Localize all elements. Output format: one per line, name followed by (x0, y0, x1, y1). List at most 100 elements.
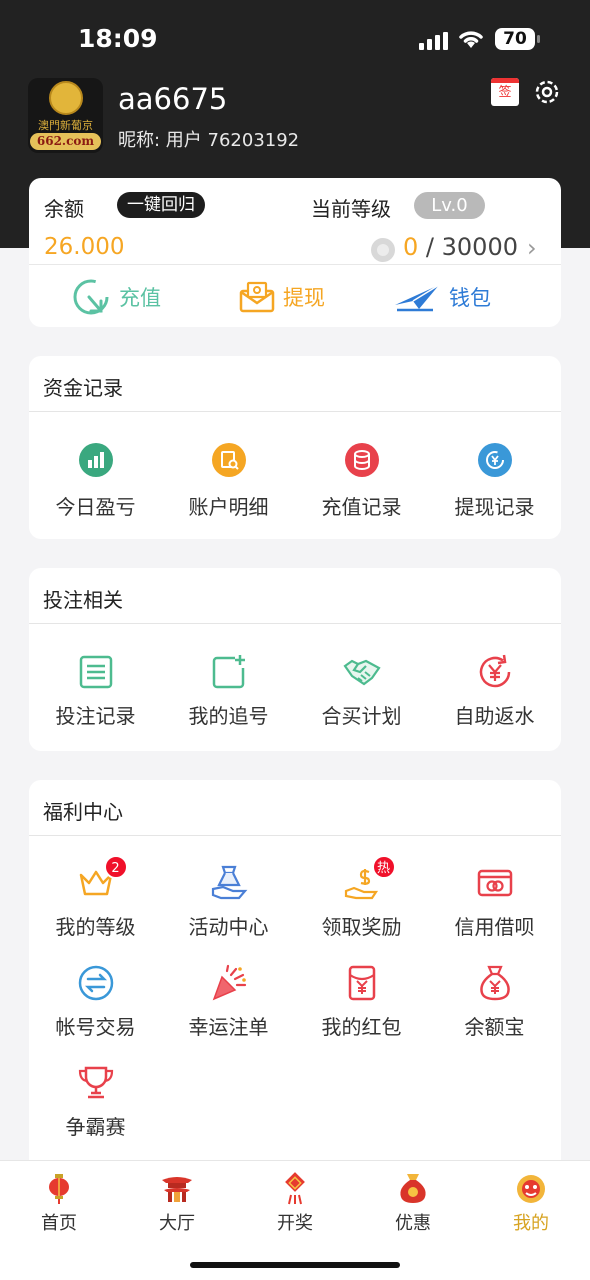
grid-item-label: 合买计划 (321, 704, 402, 728)
handshake-icon (342, 659, 381, 686)
list-icon (79, 655, 112, 689)
level-label: 当前等级 (311, 197, 391, 221)
settings-gear-icon[interactable] (532, 77, 562, 107)
card-icon (477, 869, 512, 897)
grid-item-recharge-records[interactable]: 充值记录 (295, 440, 428, 520)
tab-label: 优惠 (395, 1213, 431, 1234)
withdraw-icon (239, 281, 275, 313)
grid-item-today-pnl[interactable]: 今日盈亏 (29, 440, 162, 520)
receipt-search-icon (209, 443, 249, 483)
section-title: 福利中心 (43, 800, 123, 824)
lion-icon (517, 1175, 545, 1203)
grid-item-bet-records[interactable]: 投注记录 (29, 652, 162, 729)
grid-item-label: 信用借呗 (454, 915, 535, 939)
wallet-label: 钱包 (449, 286, 491, 310)
swap-icon (78, 965, 113, 1001)
grid-item-label: 幸运注单 (188, 1015, 269, 1039)
divider (29, 411, 561, 412)
grid-item-my-red-packets[interactable]: 我的红包 (295, 963, 428, 1040)
tab-label: 开奖 (277, 1213, 313, 1234)
app-logo: 澳門新葡京 662.com (28, 78, 103, 153)
wallet-button[interactable]: 钱包 (393, 276, 491, 318)
tab-lottery-results[interactable]: 开奖 (236, 1171, 354, 1235)
coin-icon (371, 238, 395, 262)
divider (29, 264, 561, 265)
welfare-center-section: 福利中心 2 我的等级 活动中心 热 领取奖励 信用借呗 帐号交易 幸运注单 我… (29, 780, 561, 1160)
grid-item-label: 我的追号 (188, 704, 269, 728)
grid-item-claim-rewards[interactable]: 热 领取奖励 (295, 855, 428, 940)
grid-item-label: 账户明细 (188, 495, 269, 519)
recall-button[interactable]: 一键回归 (117, 192, 205, 218)
yen-refresh-icon (479, 654, 510, 688)
withdraw-label: 提现 (283, 286, 325, 310)
add-square-icon (212, 655, 245, 689)
wifi-icon (459, 31, 483, 48)
logo-emblem (49, 81, 83, 115)
tab-lobby[interactable]: 大厅 (118, 1171, 236, 1235)
grid-item-account-details[interactable]: 账户明细 (162, 440, 295, 520)
grid-item-label: 领取奖励 (321, 915, 402, 939)
knot-icon (285, 1172, 305, 1205)
fortune-bag-icon (400, 1174, 426, 1203)
grid-item-label: 活动中心 (188, 915, 269, 939)
recharge-button[interactable]: 充值 (71, 276, 161, 318)
bet-related-section: 投注相关 投注记录 我的追号 合买计划 自助返水 (29, 568, 561, 751)
lantern-icon (49, 1174, 69, 1204)
grid-item-label: 投注记录 (55, 704, 136, 728)
tab-label: 首页 (41, 1213, 77, 1234)
grid-item-label: 今日盈亏 (55, 495, 136, 519)
status-time: 18:09 (78, 24, 158, 53)
tab-promotions[interactable]: 优惠 (354, 1171, 472, 1235)
funds-records-section: 资金记录 今日盈亏 账户明细 充值记录 提现记录 (29, 356, 561, 539)
grid-item-self-rebate[interactable]: 自助返水 (428, 652, 561, 729)
divider (29, 623, 561, 624)
hot-badge: 热 (371, 855, 396, 879)
grid-item-withdraw-records[interactable]: 提现记录 (428, 440, 561, 520)
tab-home[interactable]: 首页 (0, 1171, 118, 1235)
balance-card: 余额 一键回归 当前等级 Lv.0 26.000 0 / 30000 › 充值 … (29, 178, 561, 327)
home-indicator[interactable] (190, 1262, 400, 1268)
battery-indicator: 70 (495, 28, 540, 50)
withdraw-button[interactable]: 提现 (239, 276, 325, 318)
logo-text: 澳門新葡京 (38, 119, 93, 132)
balance-label: 余额 (44, 197, 84, 221)
grid-item-label: 我的等级 (55, 915, 136, 939)
grid-item-label: 争霸赛 (65, 1115, 126, 1139)
tab-label: 大厅 (159, 1213, 195, 1234)
grid-item-group-buy[interactable]: 合买计划 (295, 652, 428, 729)
gift-hand-icon (211, 865, 247, 900)
tab-label: 我的 (513, 1213, 549, 1234)
coins-stack-icon (342, 443, 382, 483)
signin-calendar-icon[interactable]: 签 (491, 78, 519, 106)
grid-item-label: 充值记录 (321, 495, 402, 519)
grid-item-championship[interactable]: 争霸赛 (29, 1063, 162, 1140)
grid-item-my-level[interactable]: 2 我的等级 (29, 855, 162, 940)
money-bag-icon (479, 965, 510, 1001)
nickname: 昵称: 用户 76203192 (118, 130, 300, 151)
tab-mine[interactable]: 我的 (472, 1171, 590, 1235)
chart-bars-icon (76, 443, 116, 483)
trophy-icon (78, 1066, 113, 1099)
grid-item-label: 自助返水 (454, 704, 535, 728)
grid-item-my-chase[interactable]: 我的追号 (162, 652, 295, 729)
recharge-label: 充值 (119, 286, 161, 310)
temple-icon (162, 1177, 192, 1202)
recharge-icon (73, 279, 109, 315)
chevron-right-icon[interactable]: › (527, 234, 537, 262)
progress-current: 0 (403, 233, 419, 261)
balance-amount: 26.000 (44, 234, 125, 260)
username: aa6675 (118, 82, 228, 116)
grid-item-label: 帐号交易 (55, 1015, 136, 1039)
red-envelope-icon (348, 965, 375, 1001)
progress-total: / 30000 (425, 233, 518, 261)
grid-item-label: 余额宝 (464, 1015, 525, 1039)
grid-item-balance-treasure[interactable]: 余额宝 (428, 963, 561, 1040)
grid-item-activity-center[interactable]: 活动中心 (162, 863, 295, 940)
grid-item-account-trade[interactable]: 帐号交易 (29, 963, 162, 1040)
grid-item-lucky-bets[interactable]: 幸运注单 (162, 963, 295, 1040)
notification-badge: 2 (103, 855, 128, 879)
grid-item-credit-loan[interactable]: 信用借呗 (428, 863, 561, 940)
level-progress[interactable]: 0 / 30000 (403, 233, 518, 261)
divider (29, 835, 561, 836)
grid-item-label: 我的红包 (321, 1015, 402, 1039)
